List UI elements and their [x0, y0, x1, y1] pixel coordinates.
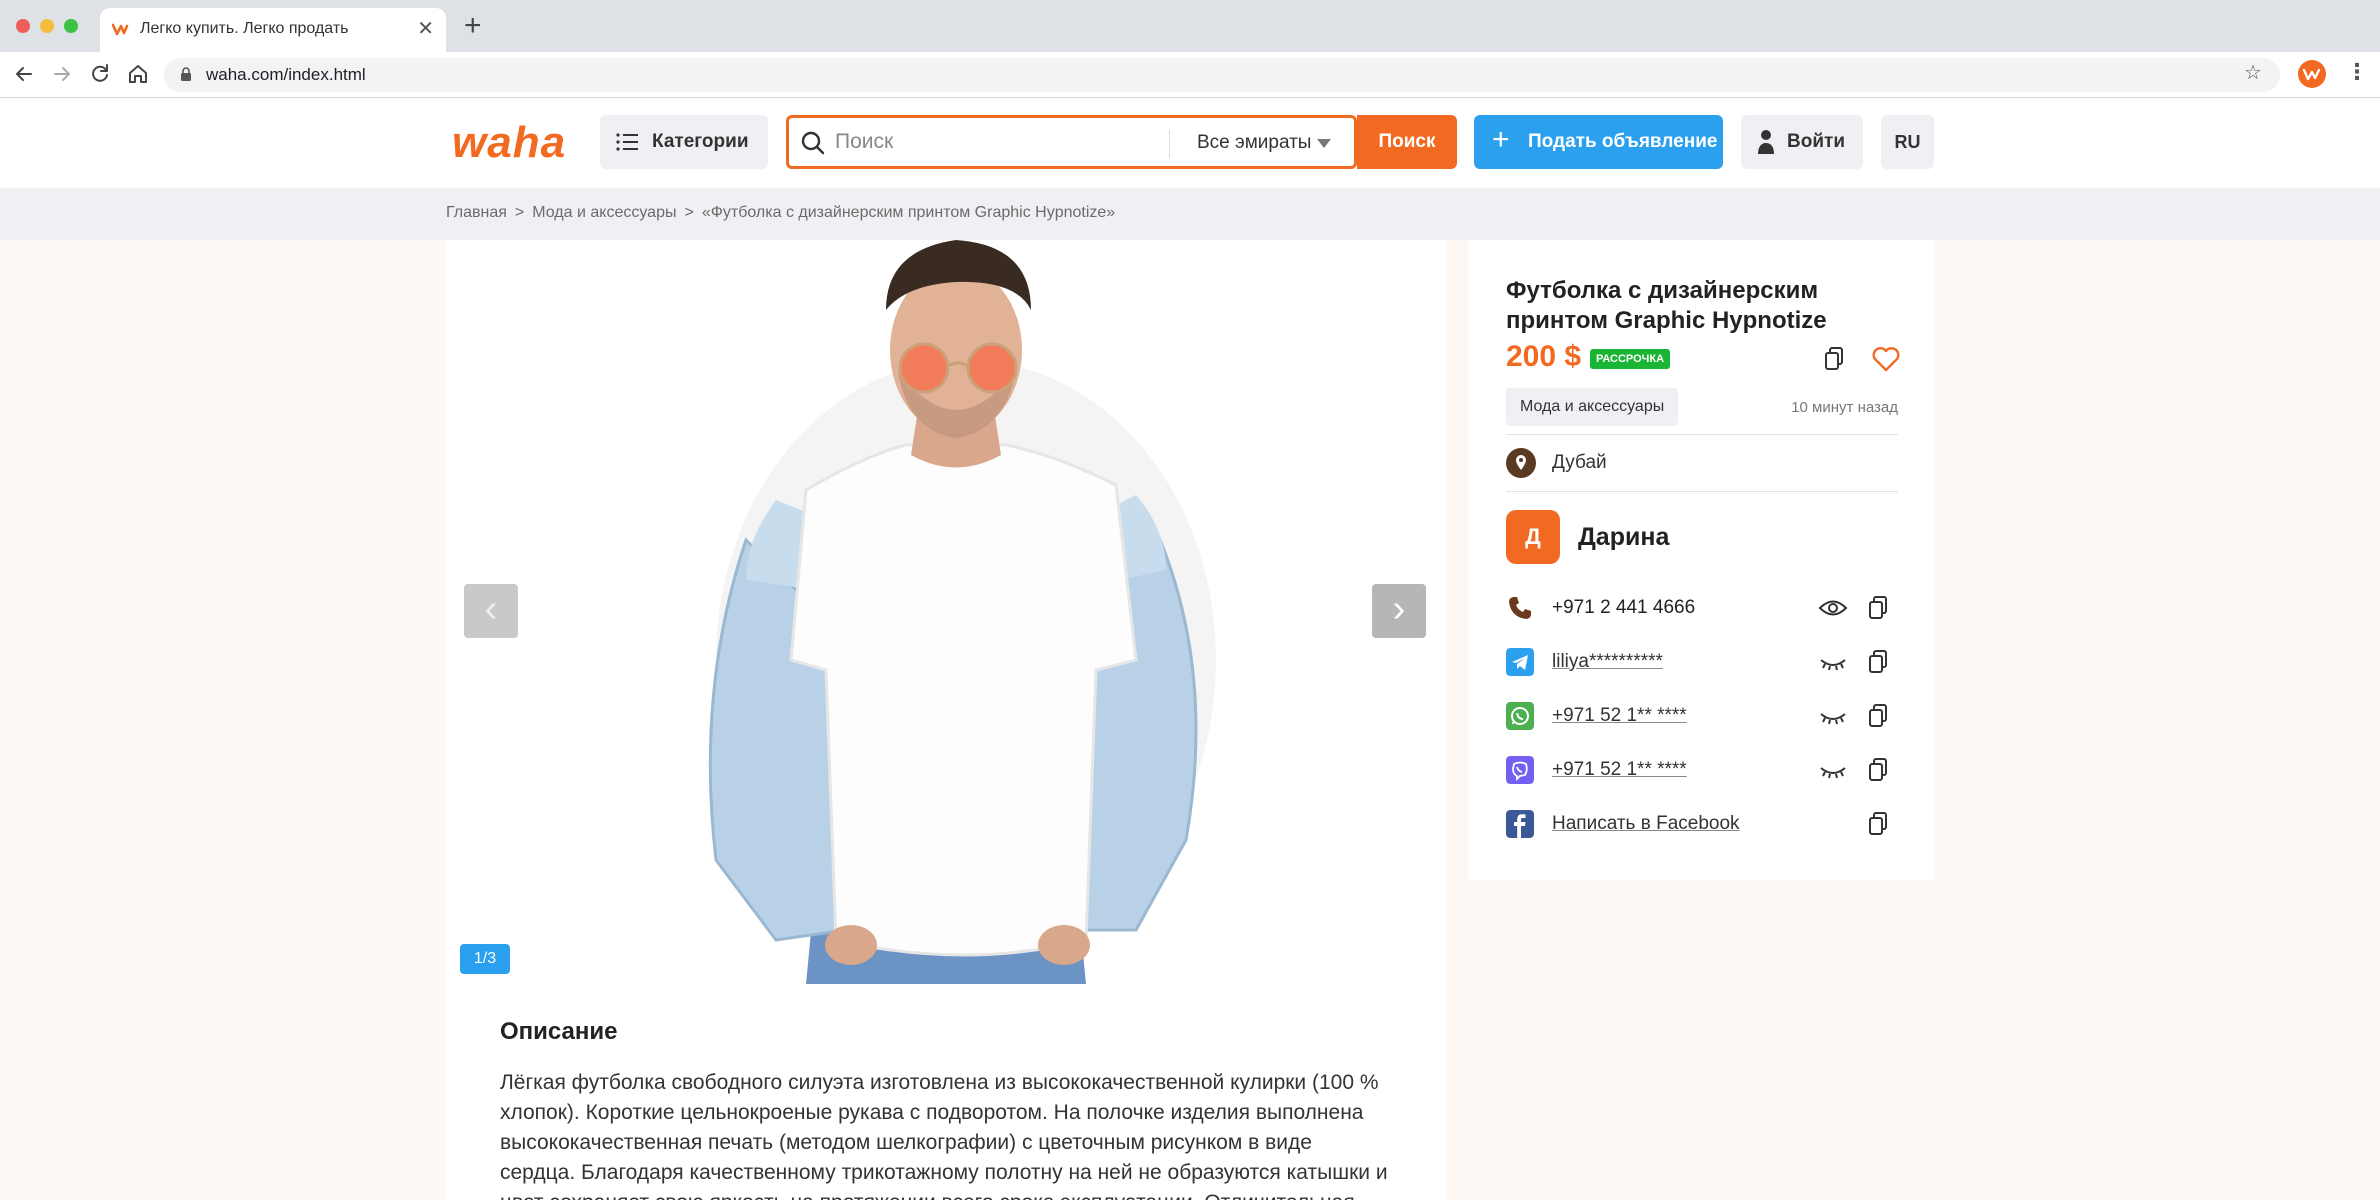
breadcrumb: Главная > Мода и аксессуары > «Футболка с ди…	[446, 204, 1115, 222]
address-bar: waha.com/index.html ☆ ⋮	[0, 52, 2380, 98]
whatsapp-number[interactable]: +971 52 1** ****	[1552, 705, 1687, 727]
facebook-icon	[1506, 810, 1534, 838]
search-box: Все эмираты	[786, 115, 1357, 169]
category-tag[interactable]: Мода и аксессуары	[1506, 388, 1679, 426]
waha-extension-icon[interactable]	[2298, 60, 2326, 88]
tab-title: Легко купить. Легко продать	[140, 20, 349, 37]
close-tab-icon[interactable]: ✕	[417, 18, 434, 40]
description-text: Лёгкая футболка свободного силуэта изгот…	[500, 1071, 1388, 1200]
listing-title: Футболка с дизайнерским принтом Graphic …	[1506, 277, 1827, 334]
phone-number[interactable]: +971 2 441 4666	[1552, 597, 1695, 619]
url-text: waha.com/index.html	[206, 65, 366, 84]
copy-icon[interactable]	[1824, 347, 1844, 371]
breadcrumb-current: «Футболка с дизайнерским принтом Graphic…	[701, 204, 1116, 221]
waha-logo[interactable]: waha	[450, 117, 580, 167]
copy-icon[interactable]	[1868, 596, 1888, 620]
site-header: waha Категории Все эмираты Поиск + Подат…	[0, 99, 2380, 188]
lock-icon	[181, 67, 191, 81]
user-icon	[1758, 130, 1774, 154]
svg-text:waha: waha	[452, 118, 566, 167]
telegram-icon	[1506, 648, 1534, 676]
copy-icon[interactable]	[1868, 758, 1888, 782]
post-ad-label: Подать объявление	[1528, 131, 1718, 152]
search-divider	[1169, 130, 1170, 158]
browser-tab-bar: Легко купить. Легко продать ✕ +	[0, 0, 2380, 52]
divider	[1506, 491, 1898, 492]
back-icon[interactable]	[12, 62, 36, 86]
contact-whatsapp: +971 52 1** ****	[1506, 698, 1916, 734]
viber-icon	[1506, 756, 1534, 784]
contact-facebook: Написать в Facebook	[1506, 806, 1916, 842]
photo-gallery: ‹ › 1/3	[446, 240, 1446, 984]
close-window-button[interactable]	[16, 19, 30, 33]
contact-phone: +971 2 441 4666	[1506, 590, 1916, 626]
login-label: Войти	[1787, 131, 1845, 152]
copy-icon[interactable]	[1868, 704, 1888, 728]
home-icon[interactable]	[126, 62, 150, 86]
telegram-handle[interactable]: liliya**********	[1552, 651, 1663, 673]
description-heading: Описание	[500, 1018, 618, 1045]
breadcrumb-category[interactable]: Мода и аксессуары	[532, 204, 676, 221]
whatsapp-icon	[1506, 702, 1534, 730]
breadcrumb-separator: >	[684, 204, 694, 221]
phone-icon	[1509, 597, 1531, 619]
reload-icon[interactable]	[88, 62, 112, 86]
waha-favicon-icon	[112, 23, 129, 36]
posted-time: 10 минут назад	[1791, 399, 1898, 416]
next-photo-button[interactable]: ›	[1372, 584, 1426, 638]
url-field[interactable]: waha.com/index.html	[164, 58, 2280, 92]
chevron-down-icon[interactable]	[1317, 139, 1331, 148]
contact-telegram: liliya**********	[1506, 644, 1916, 680]
list-icon	[616, 133, 638, 151]
browser-tab[interactable]: Легко купить. Легко продать ✕	[100, 8, 446, 52]
breadcrumb-bar: Главная > Мода и аксессуары > «Футболка с ди…	[0, 188, 2380, 240]
language-button[interactable]: RU	[1881, 115, 1934, 169]
listing-price: 200 $	[1506, 340, 1582, 373]
location-text: Дубай	[1552, 452, 1607, 473]
seller-name[interactable]: Дарина	[1578, 523, 1669, 552]
post-ad-button[interactable]: + Подать объявление	[1474, 115, 1723, 169]
categories-label: Категории	[652, 131, 749, 152]
facebook-link[interactable]: Написать в Facebook	[1552, 813, 1740, 835]
login-button[interactable]: Войти	[1741, 115, 1863, 169]
description-section: Описание Лёгкая футболка свободного силу…	[446, 984, 1446, 1200]
location-pin-icon	[1506, 448, 1536, 478]
menu-icon[interactable]: ⋮	[2346, 60, 2368, 84]
hide-icon[interactable]	[1818, 650, 1848, 674]
search-button[interactable]: Поиск	[1357, 115, 1457, 169]
avatar: Д	[1506, 510, 1560, 564]
heart-icon[interactable]	[1872, 346, 1900, 372]
installment-badge: РАССРОЧКА	[1590, 349, 1671, 369]
contact-viber: +971 52 1** ****	[1506, 752, 1916, 788]
plus-icon: +	[1492, 123, 1510, 156]
minimize-window-button[interactable]	[40, 19, 54, 33]
maximize-window-button[interactable]	[64, 19, 78, 33]
search-icon	[801, 131, 825, 155]
categories-button[interactable]: Категории	[600, 115, 768, 169]
listing-card: Футболка с дизайнерским принтом Graphic …	[1468, 240, 1934, 880]
show-icon[interactable]	[1818, 596, 1848, 620]
copy-icon[interactable]	[1868, 812, 1888, 836]
new-tab-button[interactable]: +	[464, 11, 482, 41]
breadcrumb-separator: >	[514, 204, 525, 221]
hide-icon[interactable]	[1818, 704, 1848, 728]
product-photo[interactable]	[446, 240, 1446, 984]
divider	[1506, 434, 1898, 435]
photo-counter: 1/3	[460, 944, 510, 974]
star-icon[interactable]: ☆	[2244, 60, 2262, 85]
copy-icon[interactable]	[1868, 650, 1888, 674]
search-input[interactable]	[835, 126, 1135, 158]
breadcrumb-home[interactable]: Главная	[446, 204, 507, 221]
hide-icon[interactable]	[1818, 758, 1848, 782]
viber-number[interactable]: +971 52 1** ****	[1552, 759, 1687, 781]
forward-icon[interactable]	[50, 62, 74, 86]
region-select[interactable]: Все эмираты	[1197, 132, 1311, 154]
prev-photo-button[interactable]: ‹	[464, 584, 518, 638]
